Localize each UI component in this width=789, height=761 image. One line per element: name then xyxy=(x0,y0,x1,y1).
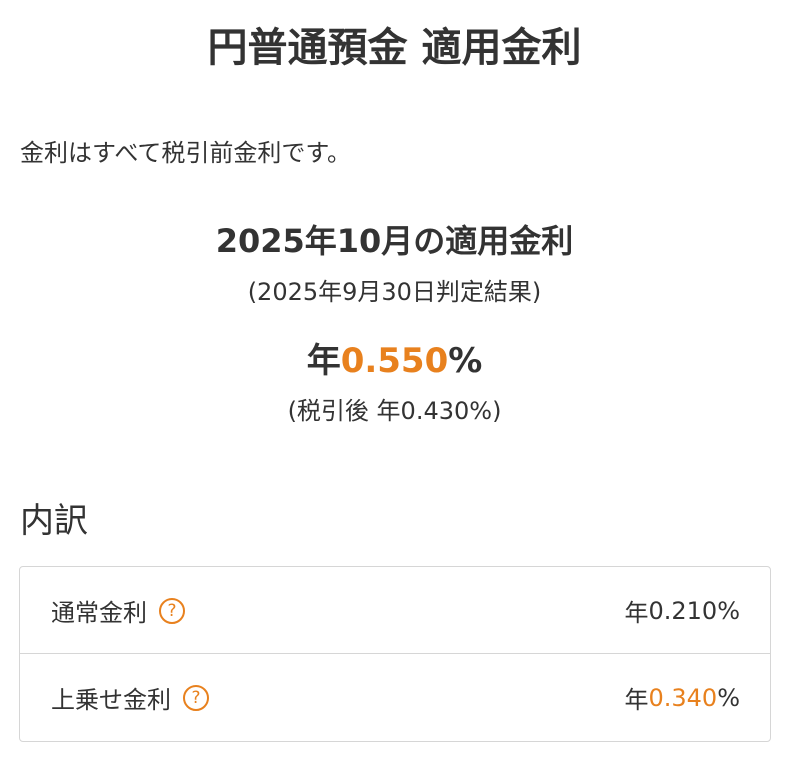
normal-rate-label: 通常金利 xyxy=(51,599,147,627)
breakdown-table: 通常金利 ? 年 0.210% 上乗せ金利 ? 年 0.340% xyxy=(19,566,771,742)
breakdown-row-normal-rate: 通常金利 ? 年 0.210% xyxy=(20,567,770,654)
applied-rate: 年0.550% xyxy=(0,338,789,384)
applied-rate-heading: 2025年10月の適用金利 xyxy=(215,222,574,260)
help-question-icon[interactable]: ? xyxy=(183,684,209,711)
bonus-rate-suffix: % xyxy=(717,683,740,712)
page-title: 円普通預金 適用金利 xyxy=(207,25,582,71)
bonus-rate-label: 上乗せ金利 xyxy=(51,686,171,714)
judgment-date: (2025年9月30日判定結果) xyxy=(247,278,542,306)
applied-rate-value: 0.550 xyxy=(340,341,449,381)
help-question-icon[interactable]: ? xyxy=(159,597,185,624)
normal-rate-prefix: 年 xyxy=(624,599,649,627)
normal-rate-value: 年 0.210% xyxy=(624,567,740,654)
after-tax-rate: (税引後 年0.430%) xyxy=(287,397,502,425)
bonus-rate-value: 年 0.340% xyxy=(624,654,740,741)
breakdown-row-bonus-rate: 上乗せ金利 ? 年 0.340% xyxy=(20,654,770,741)
tax-note: 金利はすべて税引前金利です。 xyxy=(20,139,351,167)
applied-rate-suffix: % xyxy=(448,341,483,381)
breakdown-row-label: 上乗せ金利 ? xyxy=(51,654,209,741)
bonus-rate-prefix: 年 xyxy=(624,686,649,714)
applied-rate-prefix: 年 xyxy=(306,341,341,381)
normal-rate-suffix: % xyxy=(717,596,740,625)
bonus-rate-number: 0.340 xyxy=(648,683,718,712)
breakdown-heading: 内訳 xyxy=(20,501,88,541)
normal-rate-number: 0.210 xyxy=(648,596,718,625)
breakdown-row-label: 通常金利 ? xyxy=(51,567,185,654)
